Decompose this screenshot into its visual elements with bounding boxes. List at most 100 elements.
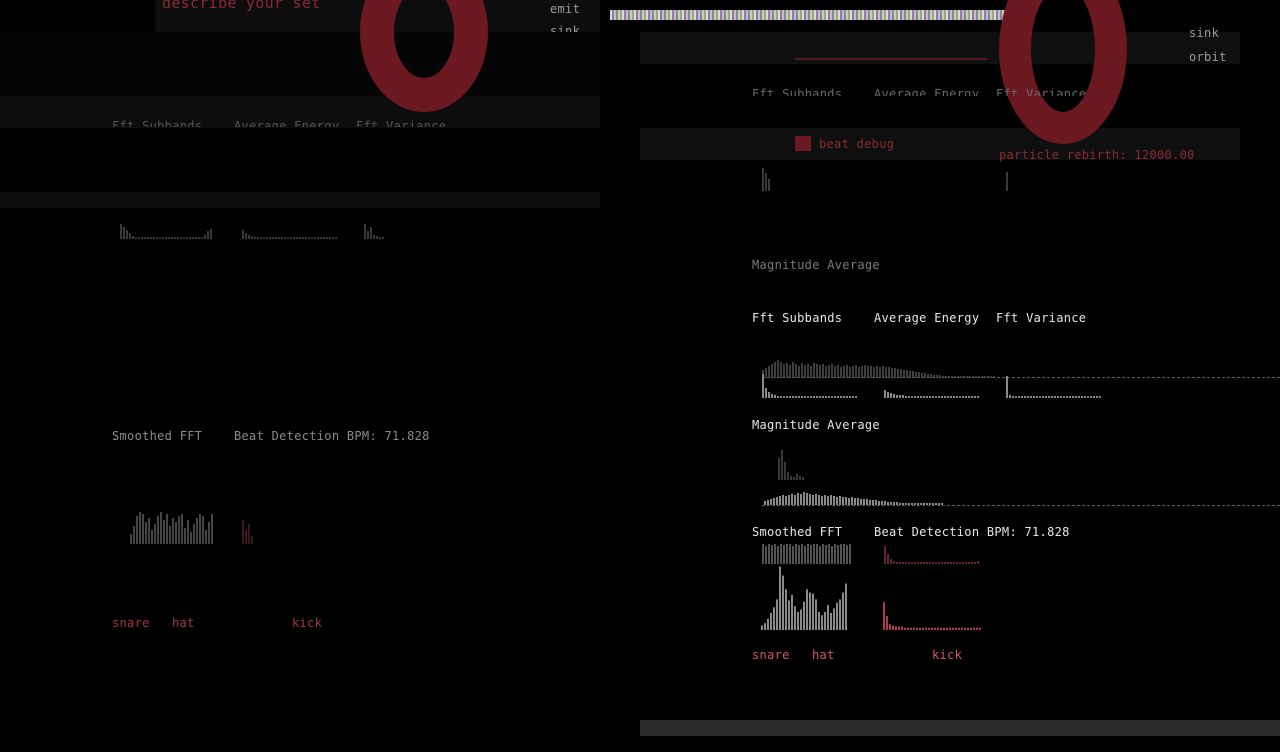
beat-detection-bar	[970, 627, 972, 630]
smoothed-fft-bar	[773, 607, 775, 630]
beat-detection-bar	[979, 627, 981, 630]
smoothed-fft-bar	[779, 566, 781, 630]
smoothed-fft-bar	[776, 599, 778, 630]
beat-history-bars	[884, 546, 979, 564]
beat-detection-bar	[967, 627, 969, 630]
beat-detection-bar	[937, 627, 939, 630]
smoothed-fft-bar	[788, 600, 790, 630]
drum-hat-label: hat	[812, 648, 835, 662]
smoothed-fft-bar	[827, 605, 829, 630]
beat-debug-label[interactable]: beat debug	[819, 137, 894, 151]
smoothed-fft-bar	[800, 609, 802, 630]
smoothed-fft-bar	[842, 592, 844, 630]
fft-variance-bars	[1006, 376, 1101, 398]
smoothed-fft-bar	[767, 618, 769, 630]
color-palette-strip	[610, 10, 1010, 20]
beat-detection-bar	[901, 626, 903, 630]
magnitude-average-label: Magnitude Average	[752, 418, 880, 432]
beat-detection-label: Beat Detection BPM: 71.828	[874, 525, 1070, 539]
ghost-drum-snare: snare	[112, 616, 150, 630]
beat-detection-bar	[895, 626, 897, 630]
ghost-menu-sink[interactable]: sink	[550, 24, 580, 32]
magnitude-average-ghost-label: Magnitude Average	[752, 258, 880, 272]
ghost-band-1	[0, 32, 600, 96]
drum-snare-label: snare	[752, 648, 790, 662]
smoothed-fft-bar	[791, 594, 793, 630]
beat-detection-bar	[949, 627, 951, 630]
top-menu-orbit[interactable]: orbit	[1189, 50, 1227, 64]
ghost-drum-hat: hat	[172, 616, 195, 630]
smoothed-fft-bar	[812, 593, 814, 630]
smoothed-fft-bar	[809, 592, 811, 630]
beat-detection-bar	[946, 627, 948, 630]
average-energy-bars	[884, 390, 979, 398]
beat-detection-bar	[973, 627, 975, 630]
ghost-variance-bars	[364, 224, 384, 239]
beat-detection-chart	[883, 602, 981, 630]
top-subband-bars	[762, 168, 770, 191]
beat-detection-bar	[910, 627, 912, 630]
beat-detection-bar	[940, 627, 942, 630]
top-fft-variance-label: Fft Variance	[996, 87, 1087, 96]
beat-debug-checkbox[interactable]	[795, 136, 811, 151]
beat-detection-bar	[925, 627, 927, 630]
fft-subbands-label: Fft Subbands	[752, 311, 843, 325]
fft-subbands-bars	[762, 374, 857, 398]
bottom-scrollbar[interactable]	[640, 720, 1280, 736]
ghost-band-3	[0, 192, 600, 208]
smoothed-fft-bar	[785, 589, 787, 630]
beat-detection-bar	[922, 627, 924, 630]
ghost-fft-variance-label: Fft Variance	[356, 119, 447, 127]
smoothed-fft-bar	[824, 611, 826, 630]
smoothed-fft-bar	[782, 575, 784, 630]
top-menu-sink[interactable]: sink	[1189, 26, 1219, 38]
top-variance-bars	[1006, 172, 1008, 191]
beat-detection-bar	[889, 624, 891, 630]
ghost-set-title[interactable]: describe your set	[162, 0, 321, 12]
smoothed-fft-bar	[815, 599, 817, 630]
beat-detection-bar	[883, 602, 885, 630]
smoothed-fft-bar	[794, 606, 796, 630]
beat-detection-bar	[904, 627, 906, 630]
beat-detection-bar	[907, 627, 909, 630]
beat-detection-bar	[916, 627, 918, 630]
top-panel-slider-line[interactable]	[795, 58, 987, 60]
magnitude-baseline	[762, 505, 1280, 506]
magnitude-average-bars	[764, 492, 943, 505]
beat-detection-bar	[958, 627, 960, 630]
ghost-menu-emit[interactable]: emit	[550, 2, 580, 16]
beat-detection-bar	[892, 625, 894, 630]
beat-detection-bar	[964, 627, 966, 630]
top-donut-icon	[999, 0, 1127, 144]
beat-detection-bar	[928, 627, 930, 630]
average-energy-label: Average Energy	[874, 311, 980, 325]
smoothed-fft-bar	[836, 602, 838, 630]
ghost-smoothed-fft-label: Smoothed FFT	[112, 429, 203, 443]
beat-detection-bar	[886, 616, 888, 630]
smoothed-fft-bar	[839, 599, 841, 630]
beat-detection-bar	[976, 627, 978, 630]
beat-detection-bar	[931, 627, 933, 630]
beat-detection-bar	[943, 627, 945, 630]
smoothed-fft-bar	[761, 625, 763, 630]
smoothed-fft-label: Smoothed FFT	[752, 525, 843, 539]
beat-detection-bar	[898, 626, 900, 630]
beat-detection-bar	[955, 627, 957, 630]
ghost-fft-subbands-label: Fft Subbands	[112, 119, 203, 127]
top-fft-subbands-label: Fft Subbands	[752, 87, 843, 96]
drum-kick-label: kick	[932, 648, 963, 662]
particle-rebirth-label[interactable]: particle rebirth: 12000.00	[999, 148, 1195, 162]
smoothed-fft-bar	[770, 613, 772, 630]
beat-detection-bar	[913, 627, 915, 630]
fft-variance-label: Fft Variance	[996, 311, 1087, 325]
beat-detection-bar	[934, 627, 936, 630]
ghost-beat-detection-label: Beat Detection BPM: 71.828	[234, 429, 430, 443]
smoothed-fft-bar	[797, 611, 799, 630]
smoothed-fft-bar	[803, 601, 805, 630]
smoothed-fft-bar	[764, 623, 766, 630]
beat-detection-bar	[952, 627, 954, 630]
ghost-energy-bars	[242, 230, 337, 239]
top-average-energy-label: Average Energy	[874, 87, 980, 96]
beat-detection-bar	[961, 627, 963, 630]
ghost-drum-kick: kick	[292, 616, 323, 630]
